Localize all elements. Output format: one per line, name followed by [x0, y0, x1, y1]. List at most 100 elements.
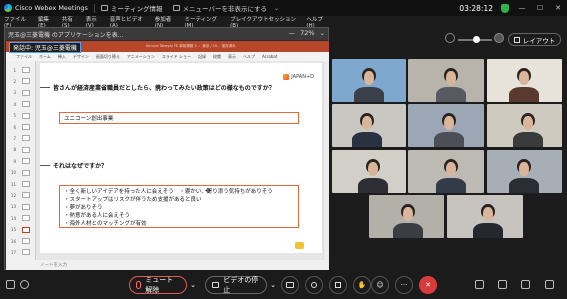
video-options-chevron[interactable]: ⌄	[268, 276, 278, 294]
slide-thumbnail[interactable]: 13	[8, 202, 34, 212]
slide-thumbnail[interactable]: 8	[8, 145, 34, 155]
participant-face	[403, 207, 413, 221]
maximize-button[interactable]: ☐	[535, 4, 545, 12]
slide-number: 16	[10, 238, 16, 244]
participant-video-tile[interactable]	[487, 150, 562, 193]
app-brand: Cisco Webex Meetings	[0, 4, 88, 12]
slide-thumbnail[interactable]: 11	[8, 179, 34, 189]
question-rule	[40, 165, 50, 166]
meeting-info-icon[interactable]	[521, 280, 530, 289]
layout-button[interactable]: レイアウト	[508, 33, 561, 46]
notes-pane[interactable]: ノートを入力	[6, 260, 329, 270]
notes-placeholder: ノートを入力	[40, 263, 67, 268]
zoom-out-button[interactable]: —	[289, 29, 296, 37]
slide-thumbnail[interactable]: 1	[8, 65, 34, 75]
participant-video-tile[interactable]	[332, 59, 406, 102]
bright-brightness-icon[interactable]	[494, 33, 504, 43]
slide-thumbnail-preview	[22, 226, 30, 233]
participant-video-tile[interactable]	[447, 195, 523, 238]
camera-icon	[212, 282, 220, 288]
share-content-button[interactable]	[281, 276, 299, 294]
slide-thumbnail-preview	[22, 78, 30, 85]
participant-video-tile[interactable]	[487, 104, 562, 147]
slide-thumbnail-preview	[22, 101, 30, 108]
logo-mark-icon	[283, 74, 290, 80]
ppt-tab: ファイル	[16, 53, 32, 59]
slide-thumbnail[interactable]: 17	[8, 247, 34, 257]
dim-brightness-icon[interactable]	[445, 33, 455, 43]
zoom-level[interactable]: 72%	[300, 29, 314, 37]
meeting-info-button[interactable]: ミーティング情報	[100, 3, 163, 13]
participant-video-tile[interactable]	[408, 150, 484, 193]
closed-captions-icon[interactable]	[6, 280, 15, 289]
slide-number: 4	[13, 101, 16, 107]
hand-icon: ✋	[357, 281, 367, 289]
participant-video-tile[interactable]	[369, 195, 444, 238]
more-options-button[interactable]: ···	[395, 276, 413, 294]
slide-number: 17	[10, 249, 16, 255]
participant-body	[354, 87, 384, 102]
stop-video-button[interactable]: ビデオの停止	[205, 276, 267, 294]
end-meeting-button[interactable]: ✕	[419, 276, 437, 294]
move-cursor-icon: ✥	[205, 187, 211, 195]
designer-icon[interactable]	[295, 242, 304, 249]
participant-video-tile[interactable]	[408, 59, 484, 102]
reactions-icon[interactable]	[20, 280, 29, 289]
hide-menubar-label: メニューバーを非表示にする	[182, 5, 268, 13]
slide-thumbnail[interactable]: 3	[8, 88, 34, 98]
vertical-scrollbar[interactable]	[323, 61, 329, 260]
slide-thumbnail[interactable]: 4	[8, 99, 34, 109]
participant-video-tile[interactable]	[408, 104, 484, 147]
slide-thumbnail-preview	[22, 67, 30, 73]
participant-body	[434, 132, 464, 147]
slide-thumbnail[interactable]: 9	[8, 156, 34, 166]
participants-icon[interactable]	[475, 280, 484, 289]
slide-thumbnail[interactable]: 10	[8, 168, 34, 178]
hide-menubar-button[interactable]: メニューバーを非表示にする ⌄	[172, 3, 279, 13]
unmute-button[interactable]: ミュート解除	[129, 276, 187, 294]
participant-body	[509, 87, 539, 102]
slide-number: 14	[10, 215, 16, 221]
brightness-slider-handle[interactable]	[473, 36, 480, 43]
record-button[interactable]	[305, 276, 323, 294]
slide-thumbnail[interactable]: 5	[8, 111, 34, 121]
slide-thumbnail[interactable]: 2	[8, 76, 34, 86]
slide-thumbnail[interactable]: 16	[8, 236, 34, 246]
ppt-tab: デザイン	[72, 53, 89, 59]
participant-video-tile[interactable]	[332, 104, 406, 147]
ppt-tab: Acrobat	[262, 54, 278, 59]
info-window-icon	[100, 5, 108, 11]
audio-options-chevron[interactable]: ⌄	[188, 276, 198, 294]
slide-number: 1	[13, 67, 16, 73]
close-button[interactable]: ✕	[553, 4, 563, 12]
divider	[93, 3, 95, 13]
slide-thumbnail[interactable]: 6	[8, 122, 34, 132]
chevron-down-icon[interactable]: ⌄	[320, 29, 325, 37]
chat-icon[interactable]	[498, 280, 507, 289]
slide-thumbnail[interactable]: 15	[8, 225, 34, 235]
slide-thumbnail[interactable]: 7	[8, 133, 34, 143]
slide-number: 9	[13, 158, 16, 164]
participant-face	[519, 162, 529, 176]
question-rule	[40, 87, 50, 88]
slide-thumbnail-preview	[22, 181, 30, 187]
title-bar-right: 03:28:12 — ☐ ✕	[459, 0, 563, 16]
shared-content-window: 児玉@三菱電機 のアプリケーションを表... — 72% ⌄ 発話中: 児玉@三…	[4, 27, 329, 270]
share-window-title: 児玉@三菱電機 のアプリケーションを表...	[8, 31, 124, 39]
ppt-tab: 校閲	[213, 53, 222, 59]
slide-thumbnail[interactable]: 12	[8, 190, 34, 200]
reactions-button[interactable]: ☺	[371, 276, 389, 294]
apps-button[interactable]	[329, 276, 347, 294]
participant-face	[446, 162, 456, 176]
shield-icon[interactable]	[501, 3, 509, 13]
more-panels-icon[interactable]	[545, 280, 554, 289]
minimize-button[interactable]: —	[517, 4, 527, 12]
participant-video-tile[interactable]	[487, 59, 562, 102]
slide-number: 10	[10, 170, 16, 176]
webex-window: Cisco Webex Meetings ミーティング情報 メニューバーを非表示…	[0, 0, 567, 299]
share-title-bar: 児玉@三菱電機 のアプリケーションを表... — 72% ⌄	[5, 28, 328, 40]
raise-hand-button[interactable]: ✋	[353, 276, 371, 294]
slide-thumbnail[interactable]: 14	[8, 213, 34, 223]
participant-video-tile[interactable]	[332, 150, 406, 193]
unmute-label: ミュート解除	[145, 276, 174, 294]
